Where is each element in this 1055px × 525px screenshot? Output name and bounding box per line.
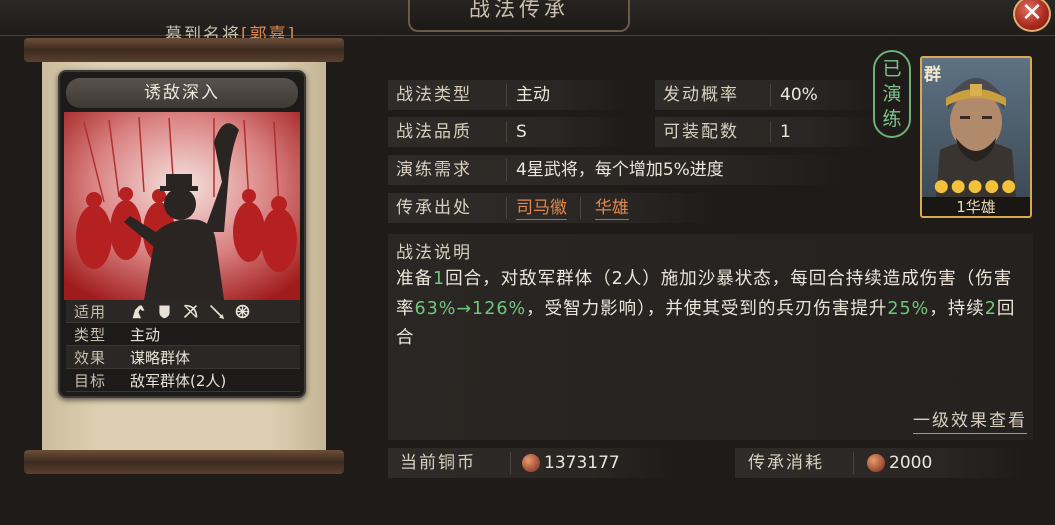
source-general-link[interactable]: 华雄 <box>594 198 629 220</box>
info-value: 谋略群体 <box>130 348 191 367</box>
skill-card: 诱敌深入 适用 类型 主动 效果 谋略群体 目标 敌军群体(2人) <box>58 70 306 398</box>
trigger-prob-value: 40% <box>780 85 818 105</box>
spear-icon <box>209 304 225 319</box>
skill-type-value: 主动 <box>516 85 550 105</box>
info-value: 敌军群体(2人) <box>130 371 227 390</box>
divider <box>510 452 511 474</box>
skill-artwork <box>64 112 300 300</box>
source-general-link[interactable]: 司马徽 <box>516 198 567 220</box>
info-value: 主动 <box>130 325 161 344</box>
scroll-rod-top <box>24 38 344 62</box>
skill-description-panel: 战法说明 准备1回合，对敌军群体（2人）施加沙暴状态，每回合持续造成伤害（伤害率… <box>388 234 1033 440</box>
desc-segment: ，持续 <box>929 298 985 319</box>
cost-value: 2000 <box>889 453 933 473</box>
divider <box>580 197 582 219</box>
shield-icon <box>159 305 170 318</box>
trigger-prob-label: 发动概率 <box>663 85 739 105</box>
level1-effect-link[interactable]: 一级效果查看 <box>913 406 1027 434</box>
badge-char: 已 <box>882 57 902 80</box>
bow-icon <box>183 304 198 318</box>
star-rating: ●●●●● <box>933 176 1019 196</box>
info-key: 效果 <box>74 348 107 367</box>
faction-label: 群 <box>924 65 941 85</box>
general-name: 1华雄 <box>922 197 1030 216</box>
inherit-cost-label: 传承消耗 <box>748 453 824 473</box>
close-icon: ✕ <box>1021 0 1043 28</box>
skill-info-table: 适用 类型 主动 效果 谋略群体 目标 敌军群体(2人) <box>66 300 300 392</box>
desc-highlight: 1 <box>433 269 446 289</box>
desc-segment: ，受智力影响），并使其受到的兵刃伤害提升 <box>526 298 888 319</box>
drilled-badge: 已 演 练 <box>873 50 911 138</box>
copper-value: 1373177 <box>544 453 620 473</box>
inherit-cost: 2000 <box>857 448 932 478</box>
desc-segment: 准备 <box>396 269 433 289</box>
divider <box>853 452 854 474</box>
skill-quality-label: 战法品质 <box>396 122 472 142</box>
desc-highlight: 25% <box>887 298 930 319</box>
desc-highlight: 2 <box>984 298 997 319</box>
equip-count-value: 1 <box>780 122 791 142</box>
info-row-effect: 效果 谋略群体 <box>66 346 300 369</box>
scroll-rod-bottom <box>24 450 344 474</box>
badge-char: 演 <box>882 82 902 105</box>
copper-coin-icon <box>522 454 540 472</box>
page-title: 战法传承 <box>408 0 630 32</box>
info-key: 类型 <box>74 325 107 344</box>
drill-req-value: 4星武将，每个增加5%进度 <box>516 160 724 180</box>
skill-type-label: 战法类型 <box>396 85 472 105</box>
description-title: 战法说明 <box>396 243 472 263</box>
horse-icon <box>132 305 145 318</box>
info-row-type: 类型 主动 <box>66 323 300 346</box>
desc-highlight: 63%→126% <box>414 298 527 319</box>
skill-quality-value: S <box>516 122 527 142</box>
info-key: 适用 <box>74 302 107 321</box>
general-portrait[interactable]: 群 ●●●●● 1华雄 <box>920 56 1032 218</box>
source-list: 司马徽 华雄 <box>506 193 629 223</box>
description-text: 准备1回合，对敌军群体（2人）施加沙暴状态，每回合持续造成伤害（伤害率63%→1… <box>396 265 1026 354</box>
source-label: 传承出处 <box>396 198 472 218</box>
copper-balance: 1373177 <box>512 448 620 478</box>
info-row-troops: 适用 <box>66 300 300 323</box>
skill-name: 诱敌深入 <box>66 78 298 108</box>
copper-label: 当前铜币 <box>400 453 476 473</box>
equip-count-label: 可装配数 <box>663 122 739 142</box>
copper-coin-icon <box>867 454 885 472</box>
badge-char: 练 <box>882 107 902 130</box>
info-key: 目标 <box>74 371 107 390</box>
drill-req-label: 演练需求 <box>396 160 472 180</box>
info-row-target: 目标 敌军群体(2人) <box>66 369 300 392</box>
wheel-icon <box>235 304 250 318</box>
